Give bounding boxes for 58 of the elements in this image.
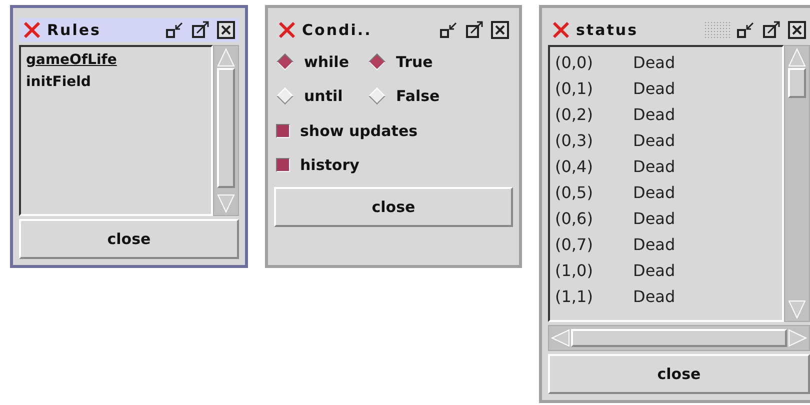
maximize-icon[interactable] xyxy=(191,21,211,39)
vertical-scrollbar[interactable] xyxy=(784,45,810,322)
radio-option[interactable]: while xyxy=(276,51,368,73)
cell-state: Dead xyxy=(633,156,676,176)
window-title: Condi.. xyxy=(302,21,373,39)
vertical-scrollbar[interactable] xyxy=(213,45,239,216)
cell-state: Dead xyxy=(633,130,676,150)
radio-option[interactable]: False xyxy=(368,85,511,107)
close-icon[interactable] xyxy=(217,21,235,39)
scroll-right-icon[interactable] xyxy=(787,328,809,348)
scroll-thumb[interactable] xyxy=(217,68,235,188)
cell-coordinate: (1,1) xyxy=(555,286,594,306)
cell-state: Dead xyxy=(633,260,676,280)
scroll-down-icon[interactable] xyxy=(216,193,236,215)
minimize-icon[interactable] xyxy=(165,21,185,39)
cell-state: Dead xyxy=(633,52,676,72)
cell-state: Dead xyxy=(633,286,676,306)
rule-item[interactable]: gameOfLife xyxy=(26,49,206,71)
cell-state: Dead xyxy=(633,182,676,202)
rule-item[interactable]: initField xyxy=(26,71,206,93)
close-x-icon[interactable] xyxy=(23,21,41,39)
scroll-up-icon[interactable] xyxy=(216,46,236,68)
minimize-icon[interactable] xyxy=(439,21,459,39)
close-x-icon[interactable] xyxy=(278,21,296,39)
close-icon[interactable] xyxy=(788,21,806,39)
close-button[interactable]: close xyxy=(548,354,810,394)
cell-coordinate: (0,4) xyxy=(555,156,594,176)
cell-coordinate: (0,5) xyxy=(555,182,594,202)
minimize-icon[interactable] xyxy=(736,21,756,39)
cell-coordinate: (0,7) xyxy=(555,234,594,254)
close-x-icon[interactable] xyxy=(552,21,570,39)
checkbox-option[interactable]: history xyxy=(276,154,511,176)
scroll-thumb[interactable] xyxy=(571,329,787,347)
window-title: Rules xyxy=(47,21,102,39)
horizontal-scrollbar[interactable] xyxy=(548,325,810,351)
cell-state: Dead xyxy=(633,234,676,254)
close-button[interactable]: close xyxy=(274,187,513,227)
close-icon[interactable] xyxy=(491,21,509,39)
radio-option[interactable]: until xyxy=(276,85,368,107)
checkbox-option[interactable]: show updates xyxy=(276,120,511,142)
cell-state: Dead xyxy=(633,78,676,98)
radio-option[interactable]: True xyxy=(368,51,511,73)
maximize-icon[interactable] xyxy=(762,21,782,39)
cell-coordinate: (0,0) xyxy=(555,52,594,72)
maximize-icon[interactable] xyxy=(465,21,485,39)
cell-state: Dead xyxy=(633,104,676,124)
cell-state: Dead xyxy=(633,208,676,228)
cell-coordinate: (0,6) xyxy=(555,208,594,228)
cell-coordinate: (0,2) xyxy=(555,104,594,124)
cell-coordinate: (0,1) xyxy=(555,78,594,98)
close-button[interactable]: close xyxy=(19,219,239,259)
scroll-down-icon[interactable] xyxy=(787,299,807,321)
cell-coordinate: (0,3) xyxy=(555,130,594,150)
scroll-thumb[interactable] xyxy=(788,68,806,98)
scroll-up-icon[interactable] xyxy=(787,46,807,68)
scroll-left-icon[interactable] xyxy=(549,328,571,348)
window-title: status xyxy=(576,21,639,39)
cell-coordinate: (1,0) xyxy=(555,260,594,280)
